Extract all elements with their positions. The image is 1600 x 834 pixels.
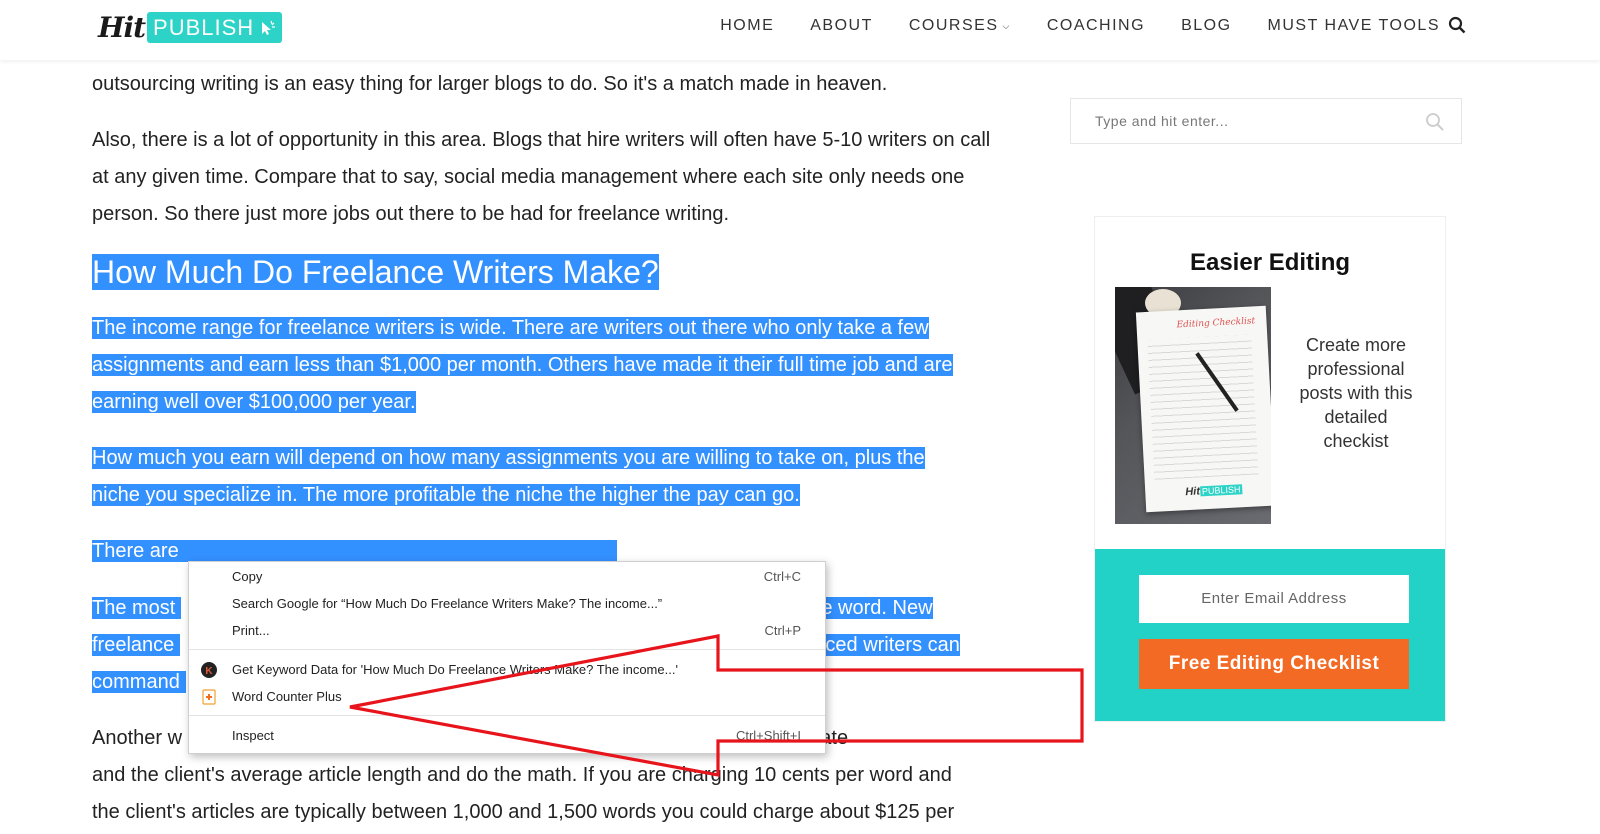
cursor-icon [262, 20, 276, 35]
keywords-everywhere-icon: K [201, 662, 217, 678]
optin-widget: Easier Editing Editing Checklist HitPUBL… [1094, 216, 1446, 722]
menu-item-search-google[interactable]: Search Google for “How Much Do Freelance… [189, 593, 825, 615]
menu-item-word-counter-plus[interactable]: Word Counter Plus [189, 686, 825, 708]
menu-separator [189, 649, 825, 650]
nav-must-have-tools[interactable]: MUST HAVE TOOLS [1268, 17, 1440, 35]
checklist-image: Editing Checklist HitPUBLISH [1115, 287, 1271, 524]
search-icon[interactable] [1448, 16, 1466, 34]
nav-coaching[interactable]: COACHING [1047, 17, 1145, 35]
main-nav: HOME ABOUT COURSES ⌵ COACHING BLOG MUST H… [720, 0, 1440, 52]
context-menu: Copy Ctrl+C Search Google for “How Much … [188, 561, 826, 754]
chevron-down-icon: ⌵ [1002, 20, 1011, 31]
article-paragraph: Also, there is a lot of opportunity in t… [92, 129, 991, 225]
menu-item-print[interactable]: Print... Ctrl+P [189, 620, 825, 642]
article-paragraph: and the client's average article length … [92, 764, 952, 786]
article-paragraph: the client's articles are typically betw… [92, 801, 955, 823]
logo-publish-text: PUBLISH [153, 14, 255, 40]
free-checklist-button[interactable]: Free Editing Checklist [1139, 639, 1409, 689]
nav-courses[interactable]: COURSES ⌵ [909, 17, 1011, 35]
word-counter-plus-icon [202, 689, 216, 705]
sidebar-search-input[interactable]: Type and hit enter... [1095, 113, 1228, 129]
article-paragraph: outsourcing writing is an easy thing for… [92, 73, 888, 95]
article-heading-wrap: How Much Do Freelance Writers Make? [92, 252, 659, 296]
site-logo[interactable]: Hit PUBLISH [98, 9, 283, 45]
nav-about[interactable]: ABOUT [810, 17, 873, 35]
search-icon[interactable] [1425, 112, 1445, 132]
menu-item-inspect[interactable]: Inspect Ctrl+Shift+I [189, 725, 825, 747]
checklist-paper: Editing Checklist HitPUBLISH [1135, 305, 1271, 513]
menu-item-copy[interactable]: Copy Ctrl+C [189, 566, 825, 588]
logo-hit-text: Hit [98, 10, 146, 44]
site-header: Hit PUBLISH HOME ABOUT COURSES ⌵ COACHING… [0, 0, 1600, 60]
widget-title: Easier Editing [1189, 249, 1351, 276]
svg-text:K: K [205, 666, 213, 677]
nav-blog[interactable]: BLOG [1181, 17, 1231, 35]
nav-home[interactable]: HOME [720, 17, 774, 35]
menu-item-keyword-data[interactable]: K Get Keyword Data for 'How Much Do Free… [189, 659, 825, 681]
article-paragraph-selected: How much you earn will depend on how man… [92, 447, 925, 506]
widget-description: Create more professional posts with this… [1299, 335, 1413, 451]
sidebar-search-box[interactable]: Type and hit enter... [1070, 98, 1462, 144]
email-field[interactable]: Enter Email Address [1139, 575, 1409, 623]
optin-form: Enter Email Address Free Editing Checkli… [1095, 549, 1445, 721]
article-heading: How Much Do Freelance Writers Make? [92, 254, 659, 290]
article-paragraph-selected: The income range for freelance writers i… [92, 317, 953, 413]
logo-publish-box: PUBLISH [147, 11, 283, 43]
menu-separator [189, 715, 825, 716]
